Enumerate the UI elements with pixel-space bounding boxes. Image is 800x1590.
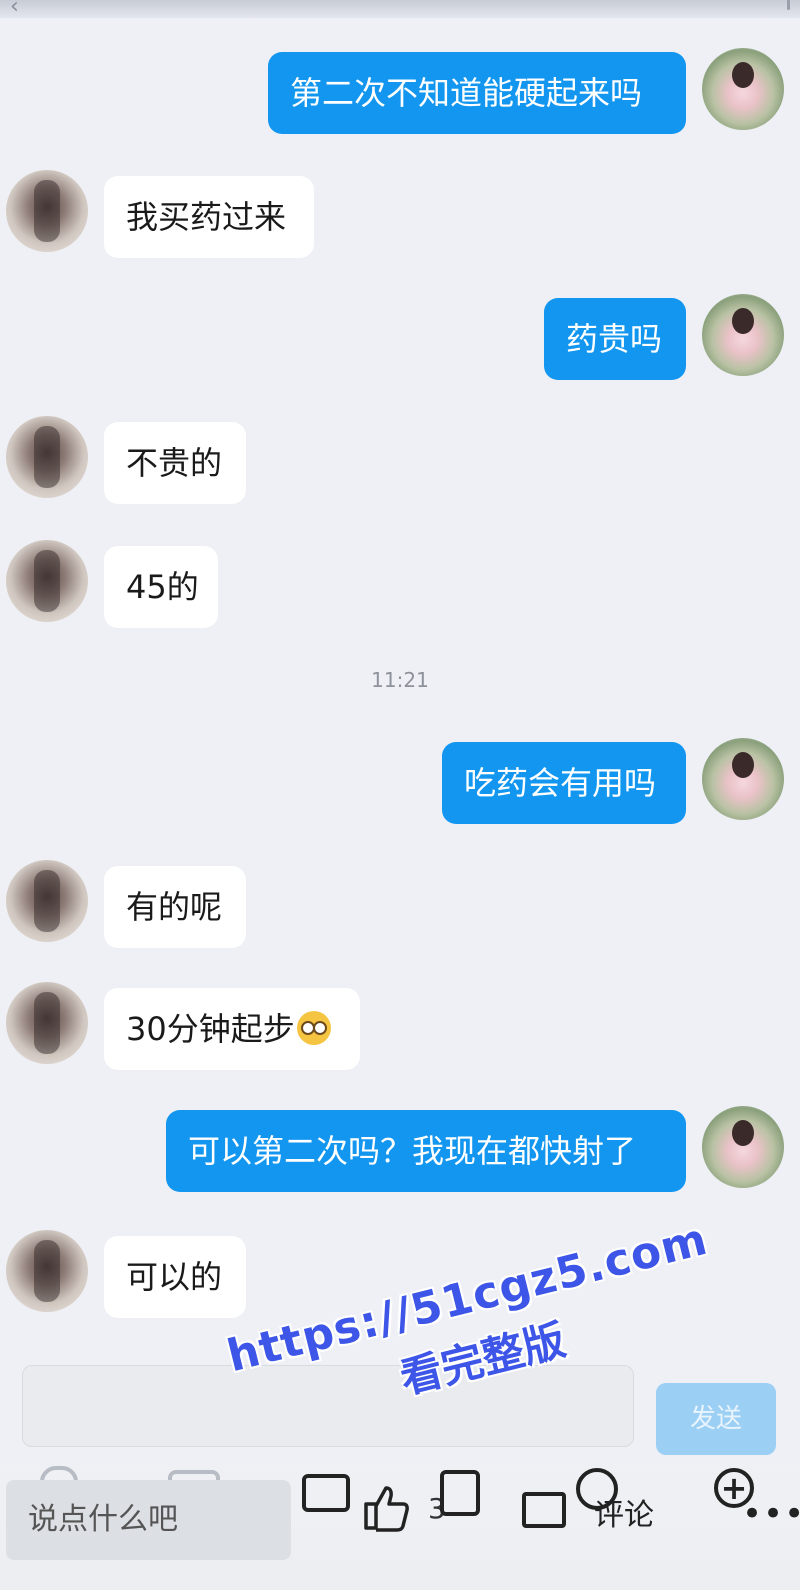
- comment-icon[interactable]: [522, 1492, 566, 1528]
- message-bubble-incoming[interactable]: 可以的: [104, 1236, 246, 1318]
- message-bubble-outgoing[interactable]: 吃药会有用吗: [442, 742, 686, 824]
- message-bubble-outgoing[interactable]: 可以第二次吗？我现在都快射了: [166, 1110, 686, 1192]
- message-bubble-incoming[interactable]: 不贵的: [104, 422, 246, 504]
- avatar[interactable]: [702, 738, 784, 820]
- message-bubble-incoming[interactable]: 30分钟起步: [104, 988, 360, 1070]
- message-bubble-incoming[interactable]: 45的: [104, 546, 218, 628]
- avatar[interactable]: [702, 294, 784, 376]
- emoji-icon[interactable]: [576, 1468, 618, 1510]
- back-arrow-icon[interactable]: ‹: [10, 0, 19, 19]
- more-icon[interactable]: •••: [742, 1494, 800, 1534]
- message-bubble-outgoing[interactable]: 药贵吗: [544, 298, 686, 380]
- timestamp: 11:21: [371, 668, 429, 692]
- avatar[interactable]: [6, 170, 88, 252]
- avatar[interactable]: [702, 48, 784, 130]
- avatar[interactable]: [6, 416, 88, 498]
- menu-icon[interactable]: [787, 0, 790, 10]
- message-bubble-outgoing[interactable]: 第二次不知道能硬起来吗: [268, 52, 686, 134]
- message-text: 30分钟起步: [126, 1010, 295, 1048]
- message-bubble-incoming[interactable]: 我买药过来: [104, 176, 314, 258]
- top-bar: ‹: [0, 0, 800, 19]
- flushed-face-icon: [296, 1011, 331, 1045]
- avatar[interactable]: [702, 1106, 784, 1188]
- message-bubble-incoming[interactable]: 有的呢: [104, 866, 246, 948]
- avatar[interactable]: [6, 540, 88, 622]
- avatar[interactable]: [6, 982, 88, 1064]
- avatar[interactable]: [6, 1230, 88, 1312]
- avatar[interactable]: [6, 860, 88, 942]
